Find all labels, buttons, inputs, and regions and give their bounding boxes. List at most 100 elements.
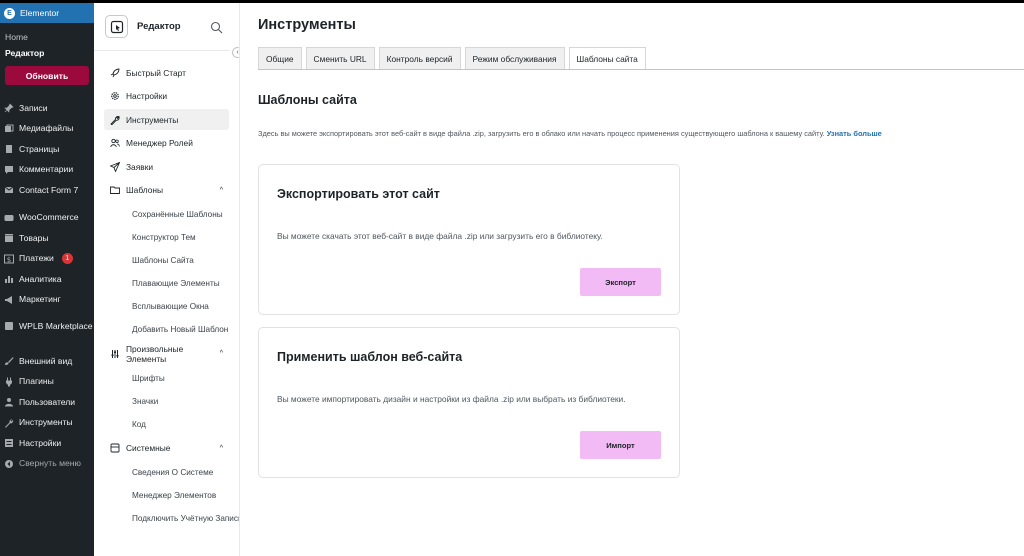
sidebar-item-tools[interactable]: Инструменты — [0, 413, 94, 434]
sidebar-item-label: Комментарии — [19, 164, 74, 175]
elementor-sidebar-title: Редактор — [137, 21, 181, 32]
export-card-text: Вы можете скачать этот веб-сайт в виде ф… — [277, 231, 603, 241]
sidebar-item-products[interactable]: Товары — [0, 228, 94, 249]
pin-icon — [4, 103, 14, 113]
sidebar-item-label: WPLB Marketplace — [19, 321, 93, 331]
pages-icon — [4, 144, 14, 154]
sidebar-item-label: Записи — [19, 102, 48, 113]
collapse-menu-button[interactable]: Свернуть меню — [0, 454, 94, 475]
woocommerce-icon — [4, 213, 14, 223]
sidebar-item-label: WooCommerce — [19, 212, 79, 223]
section-description: Здесь вы можете экспортировать этот веб-… — [258, 129, 882, 138]
nav-item-label: Системные — [126, 443, 171, 453]
sidebar-item-plugins[interactable]: Плагины — [0, 372, 94, 393]
elementor-sidebar: Редактор ‹ Быстрый Старт Настройки Инстр… — [94, 3, 240, 556]
nav-item-label: Произвольные Элементы — [126, 343, 184, 364]
nav-item-templates[interactable]: Шаблоны ^ — [104, 180, 229, 201]
submenu-item-editor[interactable]: Редактор — [5, 45, 94, 61]
nav-item-settings[interactable]: Настройки — [104, 86, 229, 107]
collapse-icon — [4, 459, 14, 469]
sidebar-item-wplb-marketplace[interactable]: WPLB Marketplace — [0, 317, 94, 351]
sidebar-item-label: Пользователи — [19, 396, 76, 407]
sidebar-item-label: Инструменты — [19, 417, 73, 428]
nav-item-label: Инструменты — [126, 114, 179, 125]
nav-item-submissions[interactable]: Заявки — [104, 156, 229, 177]
nav-subitem-element-manager[interactable]: Менеджер Элементов — [94, 484, 239, 507]
sidebar-item-contact-form[interactable]: Contact Form 7 — [0, 180, 94, 201]
chevron-up-icon[interactable]: ^ — [220, 350, 223, 357]
wp-admin-sidebar: E Elementor Home Редактор Обновить Запис… — [0, 3, 94, 556]
nav-item-label: Настройки — [126, 91, 168, 101]
nav-subitem-code[interactable]: Код — [94, 413, 239, 436]
mail-icon — [4, 185, 14, 195]
chevron-up-icon[interactable]: ^ — [220, 445, 223, 452]
sidebar-item-pages[interactable]: Страницы — [0, 139, 94, 160]
elementor-sidebar-header: Редактор — [94, 3, 229, 51]
sidebar-item-woocommerce[interactable]: WooCommerce — [0, 208, 94, 229]
tabs: Общие Сменить URL Контроль версий Режим … — [258, 47, 646, 70]
sidebar-item-label: Страницы — [19, 143, 60, 154]
nav-item-role-manager[interactable]: Менеджер Ролей — [104, 133, 229, 154]
nav-subitem-saved-templates[interactable]: Сохранённые Шаблоны — [94, 203, 239, 226]
sidebar-item-marketing[interactable]: Маркетинг — [0, 290, 94, 311]
learn-more-link[interactable]: Узнать больше — [827, 129, 882, 138]
sidebar-item-posts[interactable]: Записи — [0, 98, 94, 119]
tab-replace-url[interactable]: Сменить URL — [305, 47, 375, 70]
sidebar-item-label: Маркетинг — [19, 294, 61, 305]
main-content: Инструменты Общие Сменить URL Контроль в… — [240, 3, 1024, 556]
wrench-icon — [110, 115, 120, 125]
brush-icon — [4, 356, 14, 366]
sidebar-item-settings[interactable]: Настройки — [0, 433, 94, 454]
nav-subitem-connect-account[interactable]: Подключить Учётную Запись — [94, 507, 239, 530]
sidebar-item-analytics[interactable]: Аналитика — [0, 269, 94, 290]
sidebar-item-users[interactable]: Пользователи — [0, 392, 94, 413]
submenu-item-home[interactable]: Home — [5, 29, 94, 45]
update-button[interactable]: Обновить — [5, 66, 89, 85]
export-card: Экспортировать этот сайт Вы можете скача… — [258, 164, 680, 315]
nav-subitem-theme-builder[interactable]: Конструктор Тем — [94, 226, 239, 249]
tabs-divider — [258, 69, 1024, 70]
import-button[interactable]: Импорт — [580, 431, 661, 459]
nav-subitem-fonts[interactable]: Шрифты — [94, 367, 239, 390]
sidebar-item-elementor[interactable]: E Elementor — [0, 3, 94, 23]
export-card-title: Экспортировать этот сайт — [277, 187, 440, 201]
sidebar-item-appearance[interactable]: Внешний вид — [0, 351, 94, 372]
nav-item-tools[interactable]: Инструменты — [104, 109, 229, 130]
rocket-icon — [110, 68, 120, 78]
import-card: Применить шаблон веб-сайта Вы можете имп… — [258, 327, 680, 478]
nav-item-system[interactable]: Системные ^ — [104, 438, 229, 459]
plugins-icon — [4, 377, 14, 387]
media-icon — [4, 124, 14, 134]
nav-item-custom-elements[interactable]: Произвольные Элементы ^ — [104, 343, 229, 364]
sidebar-item-media[interactable]: Медиафайлы — [0, 119, 94, 140]
wp-admin-menu: Записи Медиафайлы Страницы Комментарии C… — [0, 91, 94, 474]
nav-subitem-site-templates[interactable]: Шаблоны Сайта — [94, 249, 239, 272]
folder-icon — [110, 185, 120, 195]
nav-subitem-system-info[interactable]: Сведения О Системе — [94, 461, 239, 484]
tab-website-templates[interactable]: Шаблоны сайта — [568, 47, 646, 70]
nav-subitem-floating-elements[interactable]: Плавающие Элементы — [94, 272, 239, 295]
nav-subitem-popups[interactable]: Всплывающие Окна — [94, 295, 239, 318]
settings-icon — [4, 438, 14, 448]
sidebar-item-label: Настройки — [19, 437, 62, 448]
svg-text:$: $ — [7, 256, 11, 264]
nav-subitem-add-new-template[interactable]: Добавить Новый Шаблон — [94, 318, 239, 341]
sidebar-item-payments[interactable]: $ Платежи 1 — [0, 249, 94, 270]
chevron-up-icon[interactable]: ^ — [220, 187, 223, 194]
chevron-left-icon[interactable]: ‹ — [232, 47, 239, 58]
tab-maintenance-mode[interactable]: Режим обслуживания — [464, 47, 565, 70]
search-icon[interactable] — [210, 21, 223, 34]
system-icon — [110, 443, 120, 453]
nav-item-quick-start[interactable]: Быстрый Старт — [104, 62, 229, 83]
tab-general[interactable]: Общие — [258, 47, 302, 70]
import-card-title: Применить шаблон веб-сайта — [277, 350, 463, 364]
sidebar-item-comments[interactable]: Комментарии — [0, 160, 94, 181]
nav-subitem-icons[interactable]: Значки — [94, 390, 239, 413]
tab-version-control[interactable]: Контроль версий — [378, 47, 461, 70]
import-card-text: Вы можете импортировать дизайн и настрой… — [277, 394, 626, 404]
nav-item-label: Шаблоны — [126, 185, 164, 195]
export-button[interactable]: Экспорт — [580, 268, 661, 296]
sidebar-item-label: Платежи — [19, 253, 54, 264]
editor-logo-icon — [105, 15, 128, 38]
send-icon — [109, 161, 121, 173]
